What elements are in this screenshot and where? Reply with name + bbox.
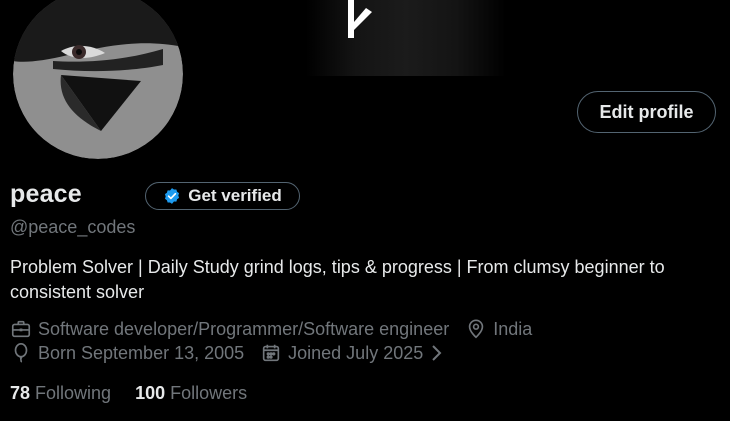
location-item: India xyxy=(465,318,532,340)
joined-text: Joined July 2025 xyxy=(288,342,424,363)
briefcase-icon xyxy=(10,318,32,340)
get-verified-label: Get verified xyxy=(188,186,282,205)
calendar-icon xyxy=(260,342,282,364)
followers-link[interactable]: 100 Followers xyxy=(135,383,247,404)
profession-text: Software developer/Programmer/Software e… xyxy=(38,318,450,339)
profile-handle: @peace_codes xyxy=(10,217,136,237)
location-text: India xyxy=(493,318,533,339)
following-link[interactable]: 78 Following xyxy=(10,383,111,404)
avatar-image xyxy=(13,0,183,159)
following-count: 78 xyxy=(10,383,31,403)
birthday-text: Born September 13, 2005 xyxy=(38,342,245,363)
avatar[interactable] xyxy=(13,0,183,159)
banner-logo xyxy=(348,0,372,38)
followers-count: 100 xyxy=(135,383,166,403)
profile-banner[interactable] xyxy=(306,0,506,76)
profession-item: Software developer/Programmer/Software e… xyxy=(10,318,449,340)
profile-meta-row-1: Software developer/Programmer/Software e… xyxy=(10,318,532,340)
balloon-icon xyxy=(10,342,32,364)
follow-stats: 78 Following 100 Followers xyxy=(10,383,247,404)
profile-name: peace xyxy=(10,180,82,208)
birthday-item: Born September 13, 2005 xyxy=(10,342,244,364)
profile-bio: Problem Solver | Daily Study grind logs,… xyxy=(10,257,665,302)
verified-badge-icon xyxy=(165,188,180,204)
chevron-right-icon[interactable] xyxy=(429,343,443,363)
profile-meta-row-2: Born September 13, 2005 Joined July 2025 xyxy=(10,342,443,364)
followers-label: Followers xyxy=(170,383,248,403)
location-pin-icon xyxy=(465,318,487,340)
joined-item[interactable]: Joined July 2025 xyxy=(260,342,443,364)
edit-profile-button[interactable]: Edit profile xyxy=(577,91,716,133)
following-label: Following xyxy=(35,383,112,403)
get-verified-button[interactable]: Get verified xyxy=(145,182,300,210)
